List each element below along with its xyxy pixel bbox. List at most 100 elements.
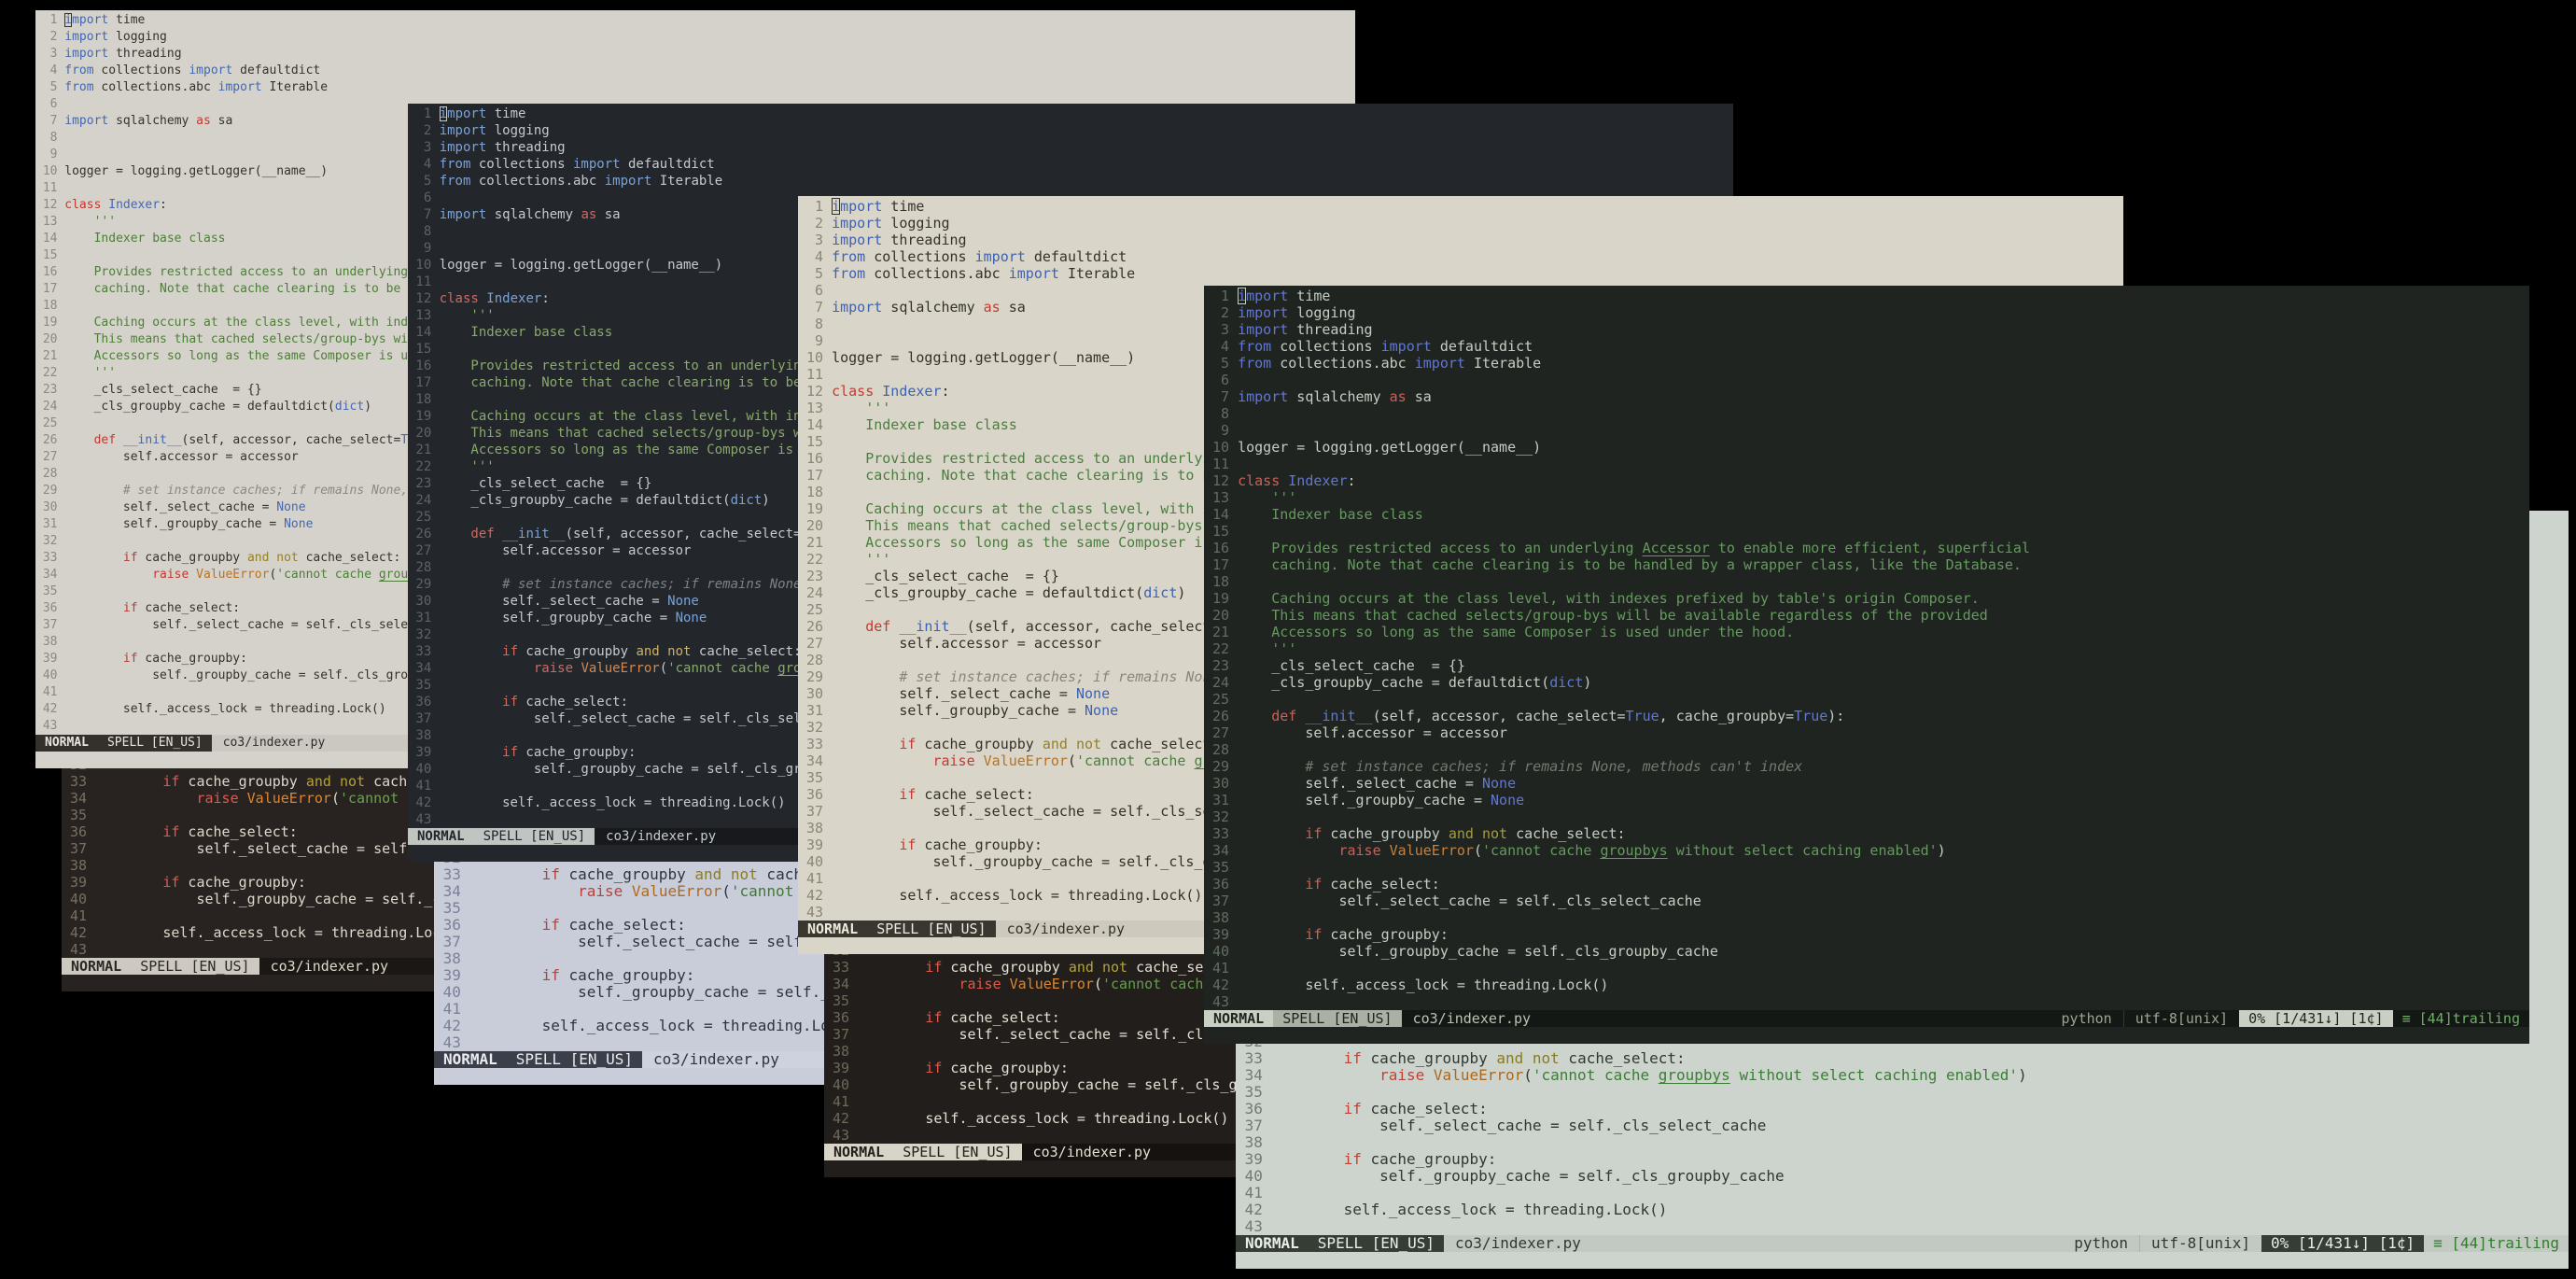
line-number: 24 — [42, 400, 58, 414]
line-number: 12 — [1212, 472, 1230, 489]
line-number: 34 — [42, 568, 58, 582]
line-text: from collections.abc import Iterable — [439, 174, 723, 189]
line-number: 27 — [806, 635, 824, 652]
code-line: 4 from collections import defaultdict — [408, 156, 1733, 173]
line-text: self._groupby_cache = None — [64, 517, 314, 531]
spell-indicator: SPELL [EN_US] — [893, 1144, 1022, 1160]
line-number: 25 — [806, 601, 824, 618]
line-number: 41 — [42, 685, 58, 699]
line-number: 30 — [415, 594, 432, 609]
line-text: logger = logging.getLogger(__name__) — [832, 349, 1136, 366]
line-text: import time — [439, 106, 526, 121]
line-text: ''' — [832, 551, 891, 568]
line-number: 28 — [415, 560, 432, 575]
line-text: self._groupby_cache = None — [832, 702, 1119, 719]
line-number: 34 — [415, 661, 432, 676]
code-line: 10 logger = logging.getLogger(__name__) — [1204, 439, 2529, 456]
line-text: from collections import defaultdict — [1238, 338, 1533, 355]
line-text: self._access_lock = threading.Lock() — [1271, 1201, 1668, 1218]
line-number: 9 — [423, 241, 432, 256]
vim-window-g[interactable]: 1 import time 2 import logging 3 import threa… — [1204, 286, 2529, 1044]
line-text: Accessors so long as the same Composer i… — [1238, 624, 1795, 640]
line-number: 7 — [49, 114, 58, 128]
code-line: 26 def __init__(self, accessor, cache_se… — [1204, 708, 2529, 724]
line-number: 19 — [806, 500, 824, 517]
line-number: 25 — [1212, 691, 1230, 708]
line-number: 9 — [49, 148, 58, 162]
line-text: if cache_groupby and not cache_select: — [502, 644, 802, 659]
filename: co3/indexer.py — [1006, 921, 1126, 937]
line-number: 37 — [1212, 892, 1230, 909]
line-text: import sqlalchemy as sa — [439, 207, 621, 222]
line-number: 41 — [70, 907, 88, 924]
code-line: 36 if cache_select: — [1204, 876, 2529, 892]
line-text: ''' — [1238, 489, 1297, 506]
line-number: 42 — [415, 795, 432, 810]
line-text: self._select_cache = None — [439, 594, 699, 609]
line-number: 37 — [442, 933, 461, 950]
line-number: 36 — [1244, 1100, 1263, 1117]
line-number: 38 — [1212, 909, 1230, 926]
line-number: 23 — [1212, 657, 1230, 674]
code-line: 32 — [1204, 808, 2529, 825]
code-area[interactable]: 1 import time 2 import logging 3 import threa… — [1204, 286, 2529, 1010]
line-number: 38 — [833, 1043, 850, 1060]
line-number: 2 — [815, 215, 824, 232]
code-line: 24 _cls_groupby_cache = defaultdict(dict… — [1204, 674, 2529, 691]
line-text: self._access_lock = threading.Lock() — [1238, 977, 1609, 993]
line-number: 33 — [42, 551, 58, 565]
command-line — [1204, 1027, 2529, 1044]
line-number: 19 — [42, 316, 58, 330]
line-number: 38 — [70, 857, 88, 874]
line-number: 43 — [70, 941, 88, 958]
line-number: 39 — [1212, 926, 1230, 943]
line-text: self._groupby_cache = None — [1238, 792, 1525, 808]
line-text: if cache_groupby: — [1305, 926, 1449, 943]
filename: co3/indexer.py — [653, 1051, 779, 1068]
code-line: 5 from collections.abc import Iterable — [1204, 355, 2529, 372]
code-line: 35 — [1204, 859, 2529, 876]
line-number: 14 — [806, 416, 824, 433]
line-number: 25 — [42, 416, 58, 430]
code-line: 20 This means that cached selects/group-… — [1204, 607, 2529, 624]
line-text: import time — [1238, 288, 1331, 304]
line-number: 12 — [415, 291, 432, 306]
line-text: self.accessor = accessor — [439, 543, 692, 558]
line-number: 37 — [833, 1026, 850, 1043]
line-text: _cls_groupby_cache = defaultdict(dict) — [1238, 674, 1592, 691]
line-number: 40 — [415, 762, 432, 777]
line-text: self._groupby_cache = self._cls_groupby_… — [1238, 943, 1718, 960]
line-text: logger = logging.getLogger(__name__) — [439, 258, 723, 273]
line-number: 13 — [806, 400, 824, 416]
line-text: class Indexer: — [64, 198, 167, 212]
code-line: 5 from collections.abc import Iterable — [798, 265, 2123, 282]
spell-indicator: SPELL [EN_US] — [1273, 1010, 1402, 1027]
line-text: self._access_lock = threading.Lock() — [95, 924, 467, 941]
line-text: import time — [832, 198, 925, 215]
line-number: 37 — [415, 711, 432, 726]
line-number: 1 — [49, 13, 58, 27]
line-number: 23 — [806, 568, 824, 584]
line-number: 20 — [42, 332, 58, 346]
code-line: 41 — [1204, 960, 2529, 977]
spell-indicator: SPELL [EN_US] — [867, 921, 996, 937]
code-line: 9 — [1204, 422, 2529, 439]
line-number: 19 — [1212, 590, 1230, 607]
code-line: 17 caching. Note that cache clearing is … — [1204, 556, 2529, 573]
code-line: 7 import sqlalchemy as sa — [1204, 388, 2529, 405]
line-text: if cache_groupby: — [541, 966, 695, 984]
line-text: class Indexer: — [832, 383, 950, 400]
line-number: 6 — [1221, 372, 1230, 388]
line-number: 14 — [415, 325, 432, 340]
line-number: 38 — [442, 949, 461, 967]
code-line: 2 import logging — [1204, 304, 2529, 321]
line-text: Indexer base class — [64, 232, 226, 246]
line-text: if cache_groupby and not cache_select: — [1305, 825, 1626, 842]
line-number: 34 — [833, 976, 850, 992]
status-bar: NORMALSPELL [EN_US] co3/indexer.py pythonu… — [1204, 1010, 2529, 1027]
code-line: 33 if cache_groupby and not cache_select… — [1236, 1050, 2569, 1067]
line-number: 10 — [415, 258, 432, 273]
line-number: 32 — [42, 534, 58, 548]
code-line: 35 — [1236, 1084, 2569, 1101]
line-number: 22 — [42, 366, 58, 380]
